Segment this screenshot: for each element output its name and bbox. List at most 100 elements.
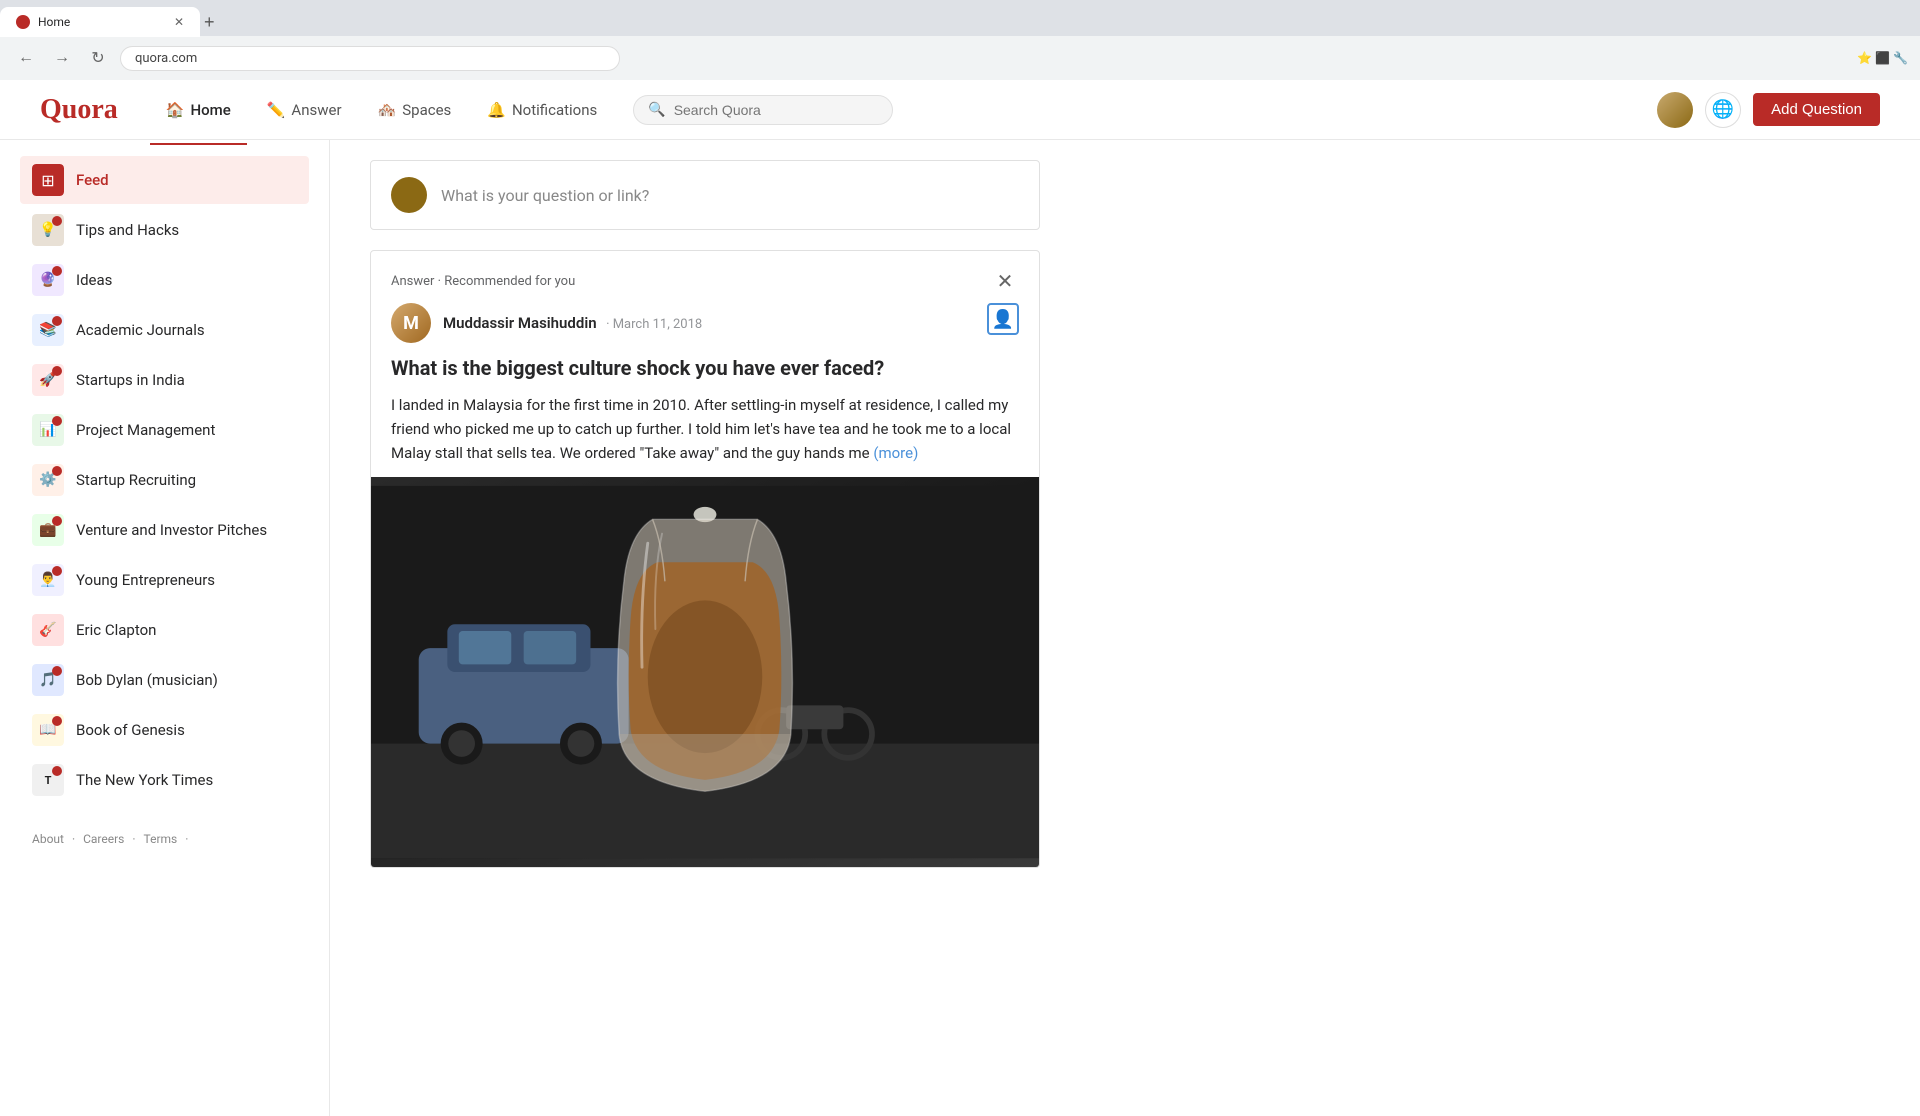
home-icon: 🏠 [166,101,185,119]
answer-author-avatar: M [391,303,431,343]
sidebar-item-startups[interactable]: 🚀 Startups in India [20,356,309,404]
sidebar-item-recruiting[interactable]: ⚙️ Startup Recruiting [20,456,309,504]
project-mgmt-icon: 📊 [32,414,64,446]
nav-notifications-label: Notifications [512,101,597,119]
sidebar-genesis-label: Book of Genesis [76,721,185,739]
add-question-button[interactable]: Add Question [1753,93,1880,126]
answer-card: Answer · Recommended for you ✕ M Muddass… [370,250,1040,868]
footer-careers[interactable]: Careers [83,832,124,846]
ideas-icon: 🔮 [32,264,64,296]
sidebar-project-label: Project Management [76,421,215,439]
sidebar-tips-label: Tips and Hacks [76,221,179,239]
bob-dylan-icon: 🎵 [32,664,64,696]
answer-icon: ✏️ [267,101,286,119]
answer-type-label: Answer · Recommended for you [391,274,575,289]
main-layout: ⊞ Feed 💡 Tips and Hacks 🔮 [0,140,1920,1116]
sidebar-item-nyt[interactable]: T The New York Times [20,756,309,804]
answer-question[interactable]: What is the biggest culture shock you ha… [371,355,1039,393]
academic-icon: 📚 [32,314,64,346]
young-entrepreneurs-icon: 👨‍💼 [32,564,64,596]
sidebar-item-venture[interactable]: 💼 Venture and Investor Pitches [20,506,309,554]
tab-title: Home [38,15,70,29]
tab-favicon [16,15,30,29]
venture-icon: 💼 [32,514,64,546]
sidebar-ideas-label: Ideas [76,271,112,289]
recruiting-icon: ⚙️ [32,464,64,496]
sidebar-item-academic[interactable]: 📚 Academic Journals [20,306,309,354]
quora-header: Quora 🏠 Home ✏️ Answer 🏘️ Spaces 🔔 Notif… [0,80,1920,140]
footer-separator3: · [185,832,188,846]
sidebar-venture-label: Venture and Investor Pitches [76,521,267,539]
answer-more-link[interactable]: (more) [873,444,918,462]
sidebar-startups-label: Startups in India [76,371,185,389]
nav-answer[interactable]: ✏️ Answer [251,93,358,127]
address-bar[interactable]: quora.com [120,46,620,71]
post-author-avatar [391,177,427,213]
answer-image-svg [371,477,1039,867]
nav-home-label: Home [190,101,230,119]
browser-action-icons: ⭐ ⬛ 🔧 [1857,51,1908,65]
nav-home[interactable]: 🏠 Home [150,93,247,127]
sidebar-item-young-entrepreneurs[interactable]: 👨‍💼 Young Entrepreneurs [20,556,309,604]
answer-follow-button[interactable]: 👤 [987,303,1019,335]
sidebar-item-feed[interactable]: ⊞ Feed [20,156,309,204]
header-nav: 🏠 Home ✏️ Answer 🏘️ Spaces 🔔 Notificatio… [150,93,613,127]
sidebar-item-bob-dylan[interactable]: 🎵 Bob Dylan (musician) [20,656,309,704]
nav-answer-label: Answer [291,101,341,119]
answer-text: I landed in Malaysia for the first time … [371,393,1039,477]
sidebar-item-book-genesis[interactable]: 📖 Book of Genesis [20,706,309,754]
sidebar-academic-label: Academic Journals [76,321,205,339]
search-input[interactable] [674,102,879,118]
sidebar-recruiting-label: Startup Recruiting [76,471,196,489]
answer-image [371,477,1039,867]
browser-actions: ⭐ ⬛ 🔧 [1857,51,1908,65]
footer-about[interactable]: About [32,832,64,846]
sidebar-item-ideas[interactable]: 🔮 Ideas [20,256,309,304]
sidebar-nyt-label: The New York Times [76,771,213,789]
sidebar-item-project-mgmt[interactable]: 📊 Project Management [20,406,309,454]
nav-notifications[interactable]: 🔔 Notifications [471,93,613,127]
spaces-icon: 🏘️ [378,101,397,119]
sidebar-eric-label: Eric Clapton [76,621,156,639]
footer-terms[interactable]: Terms [144,832,178,846]
nav-spaces[interactable]: 🏘️ Spaces [362,93,468,127]
answer-author-info: M Muddassir Masihuddin · March 11, 2018 [391,303,702,343]
footer-separator2: · [132,832,135,846]
answer-author-date: · March 11, 2018 [606,317,702,332]
nyt-icon: T [32,764,64,796]
answer-close-button[interactable]: ✕ [991,267,1019,295]
eric-clapton-icon: 🎸 [32,614,64,646]
globe-icon: 🌐 [1712,99,1734,120]
sidebar-young-entrepreneurs-label: Young Entrepreneurs [76,571,215,589]
sidebar: ⊞ Feed 💡 Tips and Hacks 🔮 [0,140,330,1116]
header-search: 🔍 [633,95,893,125]
feed-icon: ⊞ [32,164,64,196]
answer-card-header: Answer · Recommended for you ✕ [371,251,1039,303]
sidebar-item-tips-hacks[interactable]: 💡 Tips and Hacks [20,206,309,254]
post-question-box[interactable]: What is your question or link? [370,160,1040,230]
content-area: What is your question or link? Answer · … [330,140,1080,1116]
nav-spaces-label: Spaces [402,101,451,119]
forward-button[interactable]: → [48,44,76,72]
search-icon: 🔍 [648,102,665,118]
startups-icon: 🚀 [32,364,64,396]
footer-links: About · Careers · Terms · [32,832,297,846]
tips-hacks-icon: 💡 [32,214,64,246]
language-button[interactable]: 🌐 [1705,92,1741,128]
header-right: 🌐 Add Question [1657,92,1880,128]
url-text: quora.com [135,51,197,66]
follow-icon: 👤 [992,309,1014,330]
book-genesis-icon: 📖 [32,714,64,746]
sidebar-bob-label: Bob Dylan (musician) [76,671,218,689]
answer-author-name[interactable]: Muddassir Masihuddin [443,314,597,332]
refresh-button[interactable]: ↻ [84,44,112,72]
back-button[interactable]: ← [12,44,40,72]
new-tab-button[interactable]: + [204,12,215,33]
sidebar-item-eric-clapton[interactable]: 🎸 Eric Clapton [20,606,309,654]
user-avatar-button[interactable] [1657,92,1693,128]
browser-tab[interactable]: Home ✕ [0,7,200,37]
post-question-placeholder: What is your question or link? [441,186,649,205]
answer-author-row: M Muddassir Masihuddin · March 11, 2018 … [371,303,1039,355]
quora-logo[interactable]: Quora [40,94,118,126]
tab-close-button[interactable]: ✕ [174,15,184,29]
